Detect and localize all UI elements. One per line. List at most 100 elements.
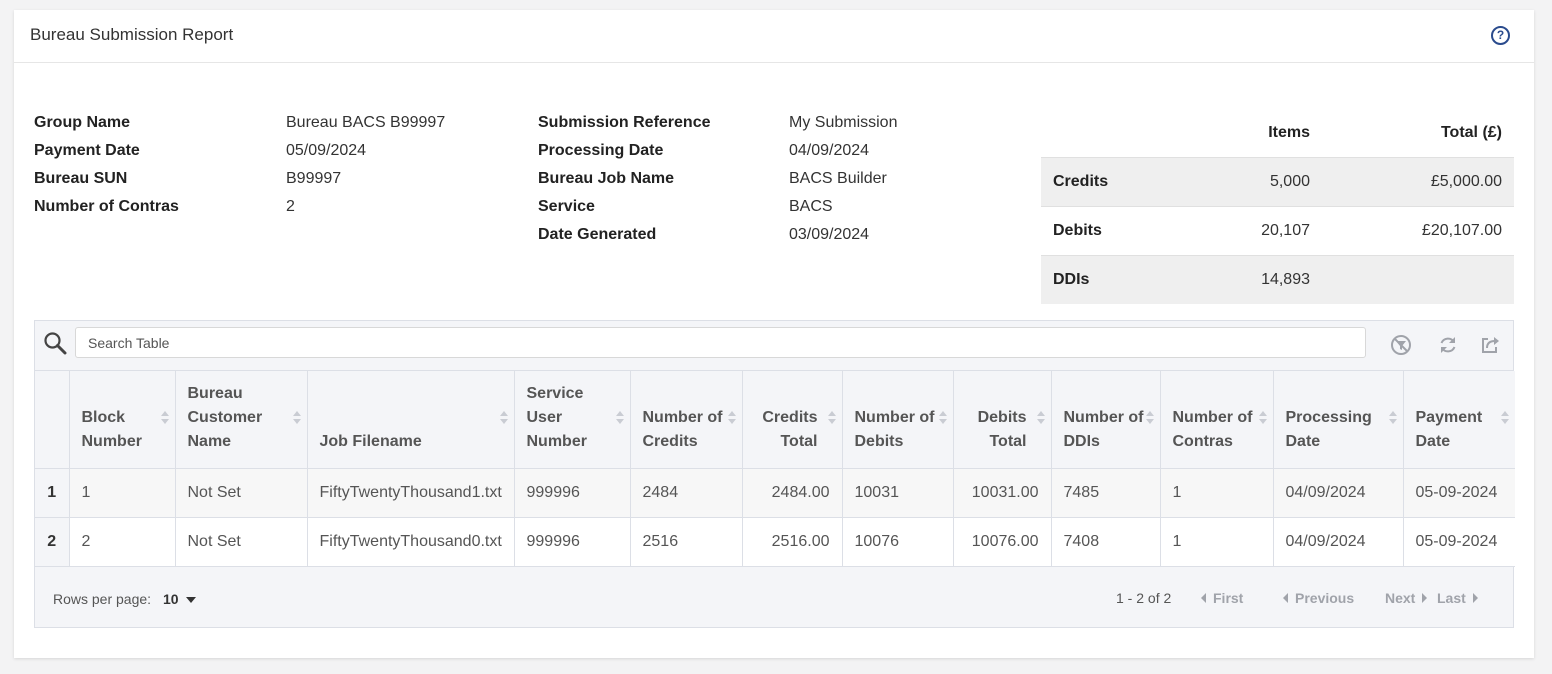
- col-label: Job Filename: [319, 432, 422, 450]
- info-row-number-of-contras: Number of Contras 2: [34, 193, 514, 221]
- col-label: Number of Credits: [642, 408, 723, 450]
- cell-credits-total: 2516.00: [742, 516, 843, 567]
- rows-per-page-select[interactable]: 10: [163, 591, 196, 607]
- info-left: Group Name Bureau BACS B99997 Payment Da…: [34, 109, 514, 221]
- summary-table: Items Total (£) Credits 5,000 £5,000.00 …: [1041, 116, 1514, 304]
- col-label: Number of Debits: [854, 408, 935, 450]
- col-label: Service User Number: [526, 384, 587, 450]
- search-input[interactable]: [75, 327, 1366, 358]
- info-label: Payment Date: [34, 142, 140, 159]
- clear-filter-icon[interactable]: [1390, 334, 1412, 356]
- page-title: Bureau Submission Report: [30, 25, 234, 44]
- cell-number-of-ddis: 7485: [1051, 467, 1161, 517]
- info-label: Processing Date: [538, 142, 664, 159]
- col-number-of-ddis[interactable]: Number of DDIs: [1051, 371, 1161, 468]
- info-value: 2: [286, 198, 295, 215]
- cell-service-user-number: 999996: [514, 516, 631, 567]
- col-block-number[interactable]: Block Number: [69, 371, 176, 468]
- cell-number-of-contras: 1: [1160, 467, 1274, 517]
- submission-table: Block Number Bureau Customer Name Job Fi…: [35, 371, 1515, 567]
- col-credits-total[interactable]: Credits Total: [742, 371, 843, 468]
- cell-service-user-number: 999996: [514, 467, 631, 517]
- col-label: Bureau Customer Name: [187, 384, 263, 450]
- table-row[interactable]: 1 1 Not Set FiftyTwentyThousand1.txt 999…: [35, 467, 1515, 517]
- info-mid: Submission Reference My Submission Proce…: [538, 109, 1018, 249]
- col-label: Credits Total: [762, 408, 818, 450]
- rows-per-page-label: Rows per page:: [53, 591, 152, 607]
- chevron-left-icon: [1283, 593, 1288, 603]
- sort-icon: [1388, 411, 1397, 425]
- last-page-button[interactable]: Last: [1437, 590, 1478, 606]
- sort-icon: [499, 411, 508, 425]
- cell-job-filename: FiftyTwentyThousand1.txt: [307, 467, 515, 517]
- previous-page-button[interactable]: Previous: [1283, 590, 1354, 606]
- col-number-of-credits[interactable]: Number of Credits: [630, 371, 743, 468]
- table-row[interactable]: 2 2 Not Set FiftyTwentyThousand0.txt 999…: [35, 516, 1515, 567]
- col-label: Processing Date: [1285, 408, 1372, 450]
- col-job-filename[interactable]: Job Filename: [307, 371, 515, 468]
- col-number-of-debits[interactable]: Number of Debits: [842, 371, 954, 468]
- chevron-left-icon: [1201, 593, 1206, 603]
- sort-icon: [1036, 411, 1045, 425]
- info-label: Date Generated: [538, 226, 657, 243]
- col-label: Number of Contras: [1172, 408, 1253, 450]
- col-service-user-number[interactable]: Service User Number: [514, 371, 631, 468]
- info-row-bureau-sun: Bureau SUN B99997: [34, 165, 514, 193]
- sort-icon: [827, 411, 836, 425]
- rows-per-page-value: 10: [163, 591, 179, 607]
- sort-icon: [1258, 411, 1267, 425]
- col-index: [35, 371, 70, 468]
- next-page-button[interactable]: Next: [1385, 590, 1428, 606]
- summary-header-total: Total (£): [1440, 124, 1502, 141]
- col-label: Payment Date: [1415, 408, 1483, 450]
- cell-debits-total: 10031.00: [953, 467, 1052, 517]
- sort-icon: [938, 411, 947, 425]
- info-label: Bureau Job Name: [538, 170, 675, 187]
- info-row-processing-date: Processing Date 04/09/2024: [538, 137, 1018, 165]
- refresh-icon[interactable]: [1437, 334, 1459, 356]
- info-value: BACS Builder: [789, 170, 887, 187]
- sort-icon: [1501, 411, 1509, 425]
- summary-label: Debits: [1053, 222, 1102, 239]
- summary-header-label: [1041, 116, 1181, 157]
- cell-number-of-ddis: 7408: [1051, 516, 1161, 567]
- search-icon: [44, 332, 67, 355]
- sort-icon: [615, 411, 624, 425]
- col-payment-date[interactable]: Payment Date: [1403, 371, 1515, 468]
- chevron-right-icon: [1472, 593, 1478, 603]
- previous-label: Previous: [1295, 590, 1355, 606]
- info-value: 04/09/2024: [789, 142, 870, 159]
- info-row-payment-date: Payment Date 05/09/2024: [34, 137, 514, 165]
- col-number-of-contras[interactable]: Number of Contras: [1160, 371, 1274, 468]
- summary-total: £5,000.00: [1430, 173, 1502, 190]
- cell-block-number: 1: [69, 467, 176, 517]
- help-icon[interactable]: ?: [1491, 26, 1510, 45]
- summary-row-credits: Credits 5,000 £5,000.00: [1041, 157, 1514, 206]
- col-bureau-customer-name[interactable]: Bureau Customer Name: [175, 371, 308, 468]
- col-debits-total[interactable]: Debits Total: [953, 371, 1052, 468]
- report-card: Bureau Submission Report ? Group Name Bu…: [14, 10, 1534, 658]
- grid-toolbar: [35, 321, 1513, 371]
- col-processing-date[interactable]: Processing Date: [1273, 371, 1404, 468]
- cell-number-of-debits: 10076: [842, 516, 954, 567]
- chevron-right-icon: [1422, 593, 1428, 603]
- caret-down-icon: [185, 597, 196, 604]
- page-info: 1 - 2 of 2: [1116, 590, 1172, 606]
- cell-number-of-debits: 10031: [842, 467, 954, 517]
- info-label: Service: [538, 198, 595, 215]
- next-label: Next: [1385, 590, 1416, 606]
- cell-debits-total: 10076.00: [953, 516, 1052, 567]
- info-row-submission-reference: Submission Reference My Submission: [538, 109, 1018, 137]
- cell-payment-date: 05-09-2024: [1403, 467, 1515, 517]
- cell-number-of-credits: 2516: [630, 516, 743, 567]
- last-label: Last: [1437, 590, 1466, 606]
- info-row-bureau-job-name: Bureau Job Name BACS Builder: [538, 165, 1018, 193]
- row-index: 1: [35, 467, 70, 517]
- first-page-button[interactable]: First: [1201, 590, 1243, 606]
- export-icon[interactable]: [1479, 334, 1501, 356]
- sort-icon: [727, 411, 736, 425]
- cell-job-filename: FiftyTwentyThousand0.txt: [307, 516, 515, 567]
- card-header: Bureau Submission Report ?: [14, 10, 1534, 63]
- cell-credits-total: 2484.00: [742, 467, 843, 517]
- info-row-group-name: Group Name Bureau BACS B99997: [34, 109, 514, 137]
